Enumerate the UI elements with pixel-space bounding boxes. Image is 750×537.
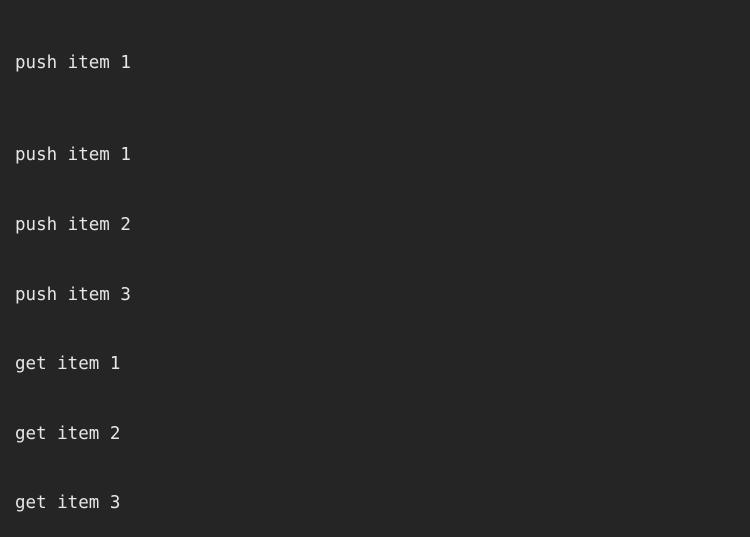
console-line: push item 1	[15, 145, 131, 166]
terminal-window[interactable]: push item 1 push item 1 push item 2 push…	[0, 0, 750, 537]
console-line: get item 3	[15, 493, 121, 514]
console-line: push item 3	[15, 284, 131, 305]
console-output[interactable]: push item 1 push item 1 push item 2 push…	[0, 0, 750, 537]
console-line: push item 2	[15, 215, 131, 235]
console-line-partial-top: push item 1	[15, 52, 131, 73]
console-line: get item 2	[15, 423, 121, 444]
console-line: get item 1	[15, 354, 121, 375]
